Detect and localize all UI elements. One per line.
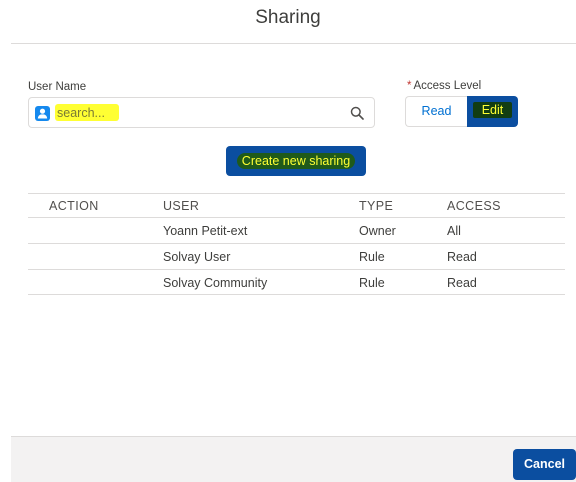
header-type: TYPE [359, 199, 394, 213]
create-sharing-label: Create new sharing [236, 153, 356, 169]
access-level-label: * Access Level [407, 80, 481, 92]
required-asterisk: * [407, 80, 412, 92]
user-name-label: User Name [28, 81, 87, 93]
table-row: Yoann Petit-ext Owner All [28, 217, 565, 243]
row-access: All [447, 224, 461, 238]
row-type: Rule [359, 250, 385, 264]
user-search-input[interactable] [55, 104, 119, 121]
modal-title: Sharing [255, 7, 321, 28]
access-read-button[interactable]: Read [405, 96, 467, 127]
sharing-table: ACTION USER TYPE ACCESS Yoann Petit-ext … [28, 193, 565, 295]
header-divider [11, 43, 576, 44]
row-user: Solvay User [163, 250, 231, 264]
row-user: Solvay Community [163, 276, 268, 290]
access-edit-label: Edit [472, 102, 513, 118]
header-access: ACCESS [447, 199, 501, 213]
modal-footer: Cancel [11, 436, 576, 482]
user-search-box[interactable] [28, 97, 375, 128]
row-access: Read [447, 276, 477, 290]
cancel-button[interactable]: Cancel [513, 449, 576, 480]
access-level-label-text: Access Level [413, 80, 482, 92]
row-type: Owner [359, 224, 396, 238]
row-type: Rule [359, 276, 385, 290]
row-user: Yoann Petit-ext [163, 224, 248, 238]
table-row: Solvay User Rule Read [28, 243, 565, 269]
row-access: Read [447, 250, 477, 264]
header-user: USER [163, 199, 200, 213]
table-row: Solvay Community Rule Read [28, 269, 565, 295]
search-icon[interactable] [350, 106, 364, 125]
table-header-row: ACTION USER TYPE ACCESS [28, 193, 565, 217]
access-edit-button[interactable]: Edit [467, 96, 518, 127]
user-icon [35, 106, 50, 121]
header-action: ACTION [49, 199, 99, 213]
create-sharing-button[interactable]: Create new sharing [226, 146, 366, 176]
